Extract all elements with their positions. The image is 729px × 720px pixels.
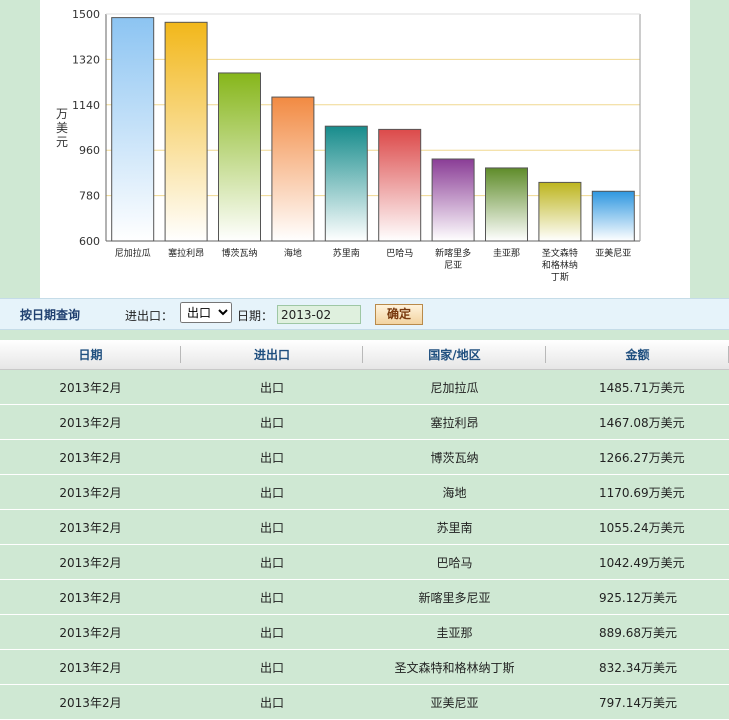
table-row: 2013年2月 出口 巴哈马 1042.49万美元	[0, 544, 729, 580]
table-row: 2013年2月 出口 尼加拉瓜 1485.71万美元	[0, 369, 729, 405]
x-tick-label: 塞拉利昂	[168, 247, 204, 259]
data-table: 日期 进出口 国家/地区 金额 2013年2月 出口 尼加拉瓜 1485.71万美元 2…	[0, 340, 729, 720]
cell-country: 圣文森特和格林纳丁斯	[363, 649, 546, 685]
cell-country: 塞拉利昂	[363, 404, 546, 440]
table-row: 2013年2月 出口 亚美尼亚 797.14万美元	[0, 684, 729, 720]
cell-date: 2013年2月	[0, 614, 181, 650]
cell-date: 2013年2月	[0, 369, 181, 405]
cell-direction: 出口	[181, 649, 363, 685]
cell-amount: 797.14万美元	[546, 684, 729, 720]
cell-country: 新喀里多尼亚	[363, 579, 546, 615]
y-tick-label: 1140	[72, 99, 100, 112]
cell-amount: 1467.08万美元	[546, 404, 729, 440]
x-tick-label: 圣文森特和格林纳丁斯	[542, 247, 578, 283]
bar	[431, 158, 475, 242]
column-header-direction-label: 进出口	[253, 348, 290, 362]
cell-date: 2013年2月	[0, 474, 181, 510]
table-row: 2013年2月 出口 塞拉利昂 1467.08万美元	[0, 404, 729, 440]
cell-date: 2013年2月	[0, 684, 181, 720]
cell-amount: 1042.49万美元	[546, 544, 729, 580]
bar	[591, 190, 635, 242]
cell-direction: 出口	[181, 404, 363, 440]
cell-amount: 1055.24万美元	[546, 509, 729, 545]
cell-amount: 925.12万美元	[546, 579, 729, 615]
bar	[378, 128, 422, 242]
cell-country: 圭亚那	[363, 614, 546, 650]
cell-amount: 889.68万美元	[546, 614, 729, 650]
column-header-amount[interactable]: 金额	[546, 340, 729, 370]
cell-direction: 出口	[181, 369, 363, 405]
bar	[538, 181, 582, 242]
y-axis-label: 万美元	[56, 107, 68, 149]
bar	[271, 96, 315, 242]
cell-amount: 1485.71万美元	[546, 369, 729, 405]
date-label: 日期：	[237, 309, 274, 323]
cell-direction: 出口	[181, 439, 363, 475]
cell-country: 巴哈马	[363, 544, 546, 580]
cell-date: 2013年2月	[0, 509, 181, 545]
table-row: 2013年2月 出口 圭亚那 889.68万美元	[0, 614, 729, 650]
cell-amount: 1266.27万美元	[546, 439, 729, 475]
x-tick-label: 海地	[284, 247, 302, 259]
column-header-amount-label: 金额	[625, 348, 650, 362]
x-tick-label: 苏里南	[333, 247, 360, 259]
cell-date: 2013年2月	[0, 544, 181, 580]
column-header-direction[interactable]: 进出口	[181, 340, 363, 370]
direction-select[interactable]: 出口	[180, 302, 232, 323]
bar	[485, 167, 528, 242]
x-tick-label: 新喀里多尼亚	[435, 247, 471, 271]
bar	[111, 17, 155, 242]
table-row: 2013年2月 出口 圣文森特和格林纳丁斯 832.34万美元	[0, 649, 729, 685]
cell-country: 博茨瓦纳	[363, 439, 546, 475]
bar	[164, 21, 208, 242]
cell-date: 2013年2月	[0, 649, 181, 685]
bar	[218, 72, 261, 242]
x-tick-label: 尼加拉瓜	[115, 247, 151, 259]
table-row: 2013年2月 出口 海地 1170.69万美元	[0, 474, 729, 510]
y-tick-label: 1500	[72, 8, 100, 21]
query-title: 按日期查询	[20, 308, 81, 322]
cell-country: 苏里南	[363, 509, 546, 545]
date-input[interactable]	[277, 305, 361, 324]
x-tick-label: 亚美尼亚	[595, 247, 631, 259]
table-row: 2013年2月 出口 新喀里多尼亚 925.12万美元	[0, 579, 729, 615]
table-header-row: 日期 进出口 国家/地区 金额	[0, 340, 729, 370]
x-tick-label: 圭亚那	[493, 247, 520, 259]
confirm-button[interactable]: 确定	[375, 304, 423, 325]
cell-country: 亚美尼亚	[363, 684, 546, 720]
y-tick-label: 960	[79, 144, 100, 157]
table-row: 2013年2月 出口 苏里南 1055.24万美元	[0, 509, 729, 545]
cell-country: 海地	[363, 474, 546, 510]
cell-date: 2013年2月	[0, 579, 181, 615]
direction-label: 进出口：	[125, 309, 174, 323]
cell-date: 2013年2月	[0, 404, 181, 440]
cell-amount: 1170.69万美元	[546, 474, 729, 510]
cell-direction: 出口	[181, 614, 363, 650]
cell-country: 尼加拉瓜	[363, 369, 546, 405]
cell-date: 2013年2月	[0, 439, 181, 475]
cell-direction: 出口	[181, 684, 363, 720]
chart-panel: 600 780 960 1140 1320 1500 万美元尼加拉瓜 塞拉利昂 博茨瓦纳 海地 苏里…	[40, 0, 690, 298]
cell-direction: 出口	[181, 579, 363, 615]
cell-direction: 出口	[181, 544, 363, 580]
query-bar: 按日期查询 进出口： 出口 日期： 确定	[0, 298, 729, 330]
cell-direction: 出口	[181, 509, 363, 545]
y-tick-label: 600	[79, 235, 100, 248]
bar-chart: 600 780 960 1140 1320 1500 万美元尼加拉瓜 塞拉利昂 博茨瓦纳 海地 苏里…	[56, 8, 641, 283]
column-header-country[interactable]: 国家/地区	[363, 340, 546, 370]
column-header-country-label: 国家/地区	[428, 348, 481, 362]
y-tick-label: 1320	[72, 53, 100, 66]
column-header-date-label: 日期	[78, 348, 103, 362]
y-tick-label: 780	[79, 190, 100, 203]
cell-amount: 832.34万美元	[546, 649, 729, 685]
column-header-date[interactable]: 日期	[0, 340, 181, 370]
table-row: 2013年2月 出口 博茨瓦纳 1266.27万美元	[0, 439, 729, 475]
bar	[324, 125, 368, 242]
table-body: 2013年2月 出口 尼加拉瓜 1485.71万美元 2013年2月 出口 塞拉利昂 1467…	[0, 369, 729, 720]
x-tick-label: 博茨瓦纳	[221, 247, 257, 259]
x-tick-label: 巴哈马	[386, 247, 413, 259]
cell-direction: 出口	[181, 474, 363, 510]
